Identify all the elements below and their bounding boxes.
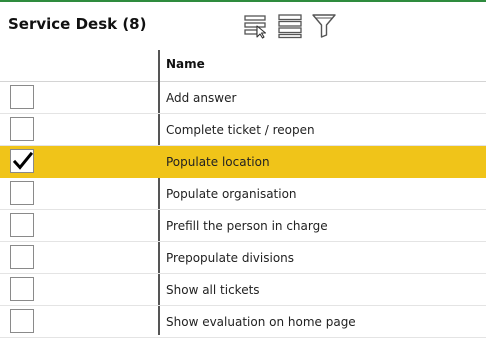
select-rows-icon (244, 15, 267, 39)
table-row[interactable]: Populate organisation (0, 178, 486, 210)
row-name: Show all tickets (166, 283, 260, 297)
row-checkbox[interactable] (10, 149, 34, 173)
column-header-name[interactable]: Name (166, 57, 205, 71)
service-desk-panel: Service Desk (8) Name Add answer Complet… (0, 0, 486, 339)
row-name: Prefill the person in charge (166, 219, 328, 233)
row-name: Prepopulate divisions (166, 251, 295, 265)
panel-title: Service Desk (8) (8, 15, 147, 33)
row-checkbox[interactable] (10, 213, 34, 237)
row-checkbox[interactable] (10, 85, 34, 109)
filter-button[interactable] (310, 11, 338, 39)
list-view-icon (278, 14, 302, 39)
table-row[interactable]: Show evaluation on home page (0, 306, 486, 338)
row-name: Populate location (166, 155, 270, 169)
table-row[interactable]: Add answer (0, 82, 486, 114)
row-checkbox[interactable] (10, 181, 34, 205)
table-row[interactable]: Show all tickets (0, 274, 486, 306)
table-row[interactable]: Prefill the person in charge (0, 210, 486, 242)
checkmark-icon (13, 151, 33, 170)
row-name: Populate organisation (166, 187, 297, 201)
row-checkbox[interactable] (10, 277, 34, 301)
row-name: Complete ticket / reopen (166, 123, 315, 137)
row-name: Add answer (166, 91, 237, 105)
table-row[interactable]: Prepopulate divisions (0, 242, 486, 274)
panel-header: Service Desk (8) (0, 2, 486, 43)
table-body: Add answer Complete ticket / reopen Popula… (0, 82, 486, 338)
table-row[interactable]: Complete ticket / reopen (0, 114, 486, 146)
row-checkbox[interactable] (10, 309, 34, 333)
row-checkbox[interactable] (10, 245, 34, 269)
filter-icon (312, 14, 336, 38)
table-row[interactable]: Populate location (0, 146, 486, 178)
select-rows-button[interactable] (242, 11, 270, 39)
table-header: Name (0, 46, 486, 82)
row-name: Show evaluation on home page (166, 315, 356, 329)
row-checkbox[interactable] (10, 117, 34, 141)
list-view-button[interactable] (276, 11, 304, 39)
